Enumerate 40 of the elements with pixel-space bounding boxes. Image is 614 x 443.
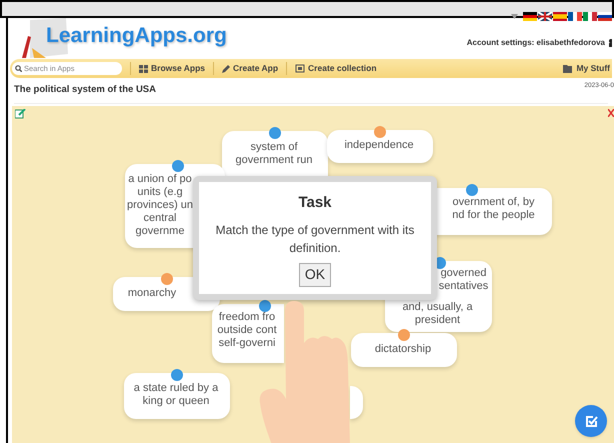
- toolbar-button[interactable]: Create App: [222, 62, 278, 75]
- answer-card[interactable]: dictatorship: [351, 333, 457, 367]
- search-icon: [15, 65, 22, 72]
- check-button[interactable]: [575, 405, 607, 437]
- grid-icon: [139, 64, 148, 72]
- checkbox-icon: [584, 414, 598, 428]
- dialog-title: Task: [298, 193, 332, 213]
- pencil-icon: [222, 64, 230, 72]
- logo-text[interactable]: LearningApps.org: [46, 20, 227, 52]
- card-text: a union of po units (e.g provinces) un central governme: [127, 173, 193, 238]
- answer-card[interactable]: independence: [327, 130, 433, 163]
- card-text: dictatorship: [374, 343, 432, 356]
- german-flag-icon[interactable]: [523, 12, 537, 21]
- ok-button[interactable]: OK: [298, 262, 332, 286]
- italian-flag-icon[interactable]: [583, 12, 597, 21]
- card-text: governed sentatives: [438, 267, 490, 293]
- russian-flag-icon[interactable]: [598, 12, 612, 21]
- close-icon[interactable]: [608, 109, 614, 117]
- card-text: system of government run: [234, 141, 314, 167]
- french-flag-icon[interactable]: [568, 12, 582, 21]
- account-link[interactable]: Account settings: elisabethfedorova: [466, 37, 605, 49]
- card-text: overnment of, by nd for the people: [451, 196, 536, 222]
- card-text: freedom fro outside cont self-governi: [216, 311, 278, 350]
- card-text: and, usually, a president: [401, 301, 474, 327]
- my-stuff-button[interactable]: My Stuff: [563, 62, 610, 75]
- toolbar-button[interactable]: Browse Apps: [139, 62, 206, 75]
- answer-card[interactable]: a state ruled by a king or queen: [124, 373, 230, 419]
- card-text: a state ruled by a king or queen: [132, 382, 220, 408]
- app-title: The political system of the USA: [14, 83, 156, 98]
- user-icon[interactable]: [608, 39, 612, 47]
- dropdown-icon[interactable]: [511, 14, 518, 19]
- card-text: monarchy: [126, 287, 178, 300]
- toolbar-button[interactable]: Create collection: [295, 62, 377, 75]
- spanish-flag-icon[interactable]: [553, 12, 567, 21]
- answer-card[interactable]: freedom fro outside cont self-governi: [212, 304, 284, 363]
- folder-icon: [563, 64, 574, 72]
- frame-icon: [295, 64, 306, 73]
- edit-icon[interactable]: [15, 109, 26, 119]
- card-text: independence: [343, 139, 415, 152]
- british-flag-icon[interactable]: [538, 12, 552, 21]
